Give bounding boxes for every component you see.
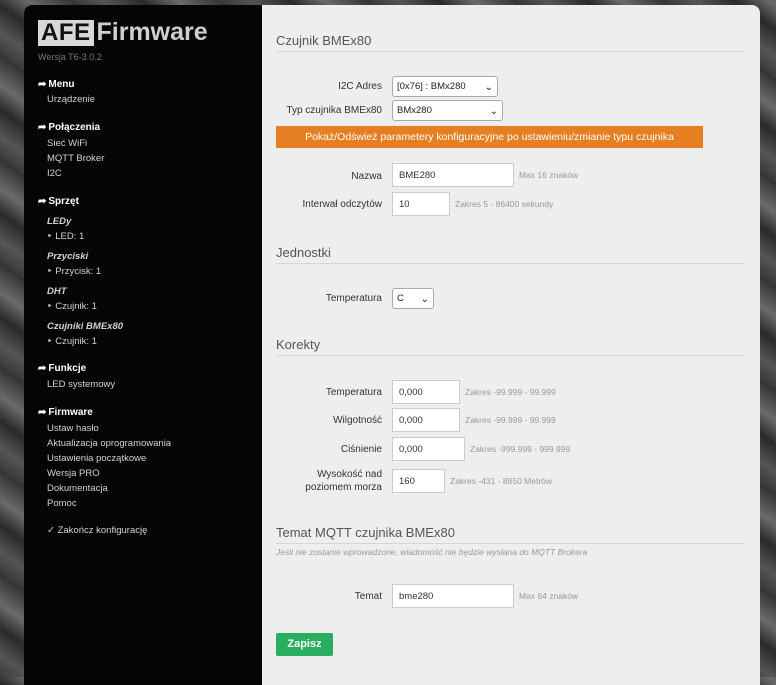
logo: AFE Firmware bbox=[38, 19, 208, 47]
i2c-address-select[interactable]: [0x76] : BMx280 ⌄ bbox=[392, 76, 498, 97]
refresh-parameters-button[interactable]: Pokaż/Odśwież parametery konfiguracyjne … bbox=[276, 126, 703, 148]
main-content: Czujnik BMEx80 I2C Adres [0x76] : BMx280… bbox=[276, 5, 746, 685]
finish-configuration-link[interactable]: ✓ Zakończ konfigurację bbox=[47, 525, 147, 536]
sidebar-item-mqtt-broker[interactable]: MQTT Broker bbox=[47, 153, 104, 164]
topic-input[interactable] bbox=[392, 584, 514, 608]
logo-firmware: Firmware bbox=[96, 18, 208, 46]
section-title-mqtt-topic: Temat MQTT czujnika BMEx80 bbox=[276, 525, 744, 544]
sidebar-item-led-1[interactable]: ‣ LED: 1 bbox=[47, 231, 84, 242]
sensor-type-select[interactable]: BMx280 ⌄ bbox=[392, 100, 503, 121]
i2c-address-value: [0x76] : BMx280 bbox=[397, 81, 466, 92]
altitude-hint: Zakres -431 - 8850 Metrów bbox=[450, 476, 553, 486]
sidebar-item-dht-czujnik-1[interactable]: ‣ Czujnik: 1 bbox=[47, 301, 97, 312]
altitude-input[interactable] bbox=[392, 469, 445, 493]
section-funkcje: ➦ Funkcje bbox=[38, 363, 87, 374]
name-label: Nazwa bbox=[351, 171, 382, 182]
name-input[interactable] bbox=[392, 163, 514, 187]
name-hint: Max 16 znaków bbox=[519, 170, 579, 180]
sidebar-item-bme-czujnik-1[interactable]: ‣ Czujnik: 1 bbox=[47, 336, 97, 347]
sidebar-item-ustawienia-poczatkowe[interactable]: Ustawienia początkowe bbox=[47, 453, 146, 464]
temperature-unit-label: Temperatura bbox=[325, 293, 382, 304]
arrow-icon: ➦ bbox=[38, 407, 47, 418]
chevron-down-icon: ⌄ bbox=[489, 106, 498, 117]
correction-pressure-hint: Zakres -999.999 - 999.999 bbox=[470, 444, 571, 454]
sidebar-subhead-dht: DHT bbox=[47, 286, 67, 297]
section-polaczenia: ➦ Połączenia bbox=[38, 122, 101, 133]
sidebar-item-pomoc[interactable]: Pomoc bbox=[47, 498, 77, 509]
topic-label: Temat bbox=[354, 591, 382, 602]
altitude-label: Wysokość nad poziomem morza bbox=[276, 468, 382, 494]
correction-temperature-input[interactable] bbox=[392, 380, 460, 404]
i2c-address-label: I2C Adres bbox=[338, 81, 382, 92]
arrow-icon: ➦ bbox=[38, 196, 47, 207]
temperature-unit-value: C bbox=[397, 293, 404, 304]
chevron-down-icon: ⌄ bbox=[484, 82, 493, 93]
sensor-type-label: Typ czujnika BMEx80 bbox=[286, 105, 382, 116]
sidebar-item-przycisk-1[interactable]: ‣ Przycisk: 1 bbox=[47, 266, 101, 277]
app-window: AFE Firmware Wersja T6-3.0.2 ➦ Menu Urządz… bbox=[24, 5, 760, 685]
sidebar-item-led-systemowy[interactable]: LED systemowy bbox=[47, 379, 115, 390]
sidebar-item-urzadzenie[interactable]: Urządzenie bbox=[47, 94, 95, 105]
mqtt-topic-note: Jeśli nie zostanie wprowadzone, wiadomoś… bbox=[276, 547, 588, 557]
interval-input[interactable] bbox=[392, 192, 450, 216]
sidebar-item-aktualizacja[interactable]: Aktualizacja oprogramowania bbox=[47, 438, 171, 449]
sidebar-item-dokumentacja[interactable]: Dokumentacja bbox=[47, 483, 108, 494]
sidebar-item-ustaw-haslo[interactable]: Ustaw hasło bbox=[47, 423, 99, 434]
arrow-icon: ➦ bbox=[38, 363, 47, 374]
correction-temperature-label: Temperatura bbox=[325, 387, 382, 398]
logo-afe: AFE bbox=[38, 20, 94, 46]
sidebar-item-siec-wifi[interactable]: Sieć WiFi bbox=[47, 138, 87, 149]
topic-hint: Max 64 znaków bbox=[519, 591, 579, 601]
interval-hint: Zakres 5 - 86400 sekundy bbox=[455, 199, 554, 209]
temperature-unit-select[interactable]: C ⌄ bbox=[392, 288, 434, 309]
altitude-label-line-2: poziomem morza bbox=[305, 482, 382, 493]
sidebar-subhead-przyciski: Przyciski bbox=[47, 251, 89, 262]
correction-humidity-input[interactable] bbox=[392, 408, 460, 432]
sidebar-item-i2c[interactable]: I2C bbox=[47, 168, 62, 179]
section-firmware: ➦ Firmware bbox=[38, 407, 93, 418]
interval-label: Interwał odczytów bbox=[302, 199, 382, 210]
section-title-bmex80: Czujnik BMEx80 bbox=[276, 33, 744, 52]
save-button[interactable]: Zapisz bbox=[276, 633, 333, 656]
section-title-units: Jednostki bbox=[276, 245, 744, 264]
sidebar: AFE Firmware Wersja T6-3.0.2 ➦ Menu Urządz… bbox=[24, 5, 262, 685]
section-menu: ➦ Menu bbox=[38, 79, 75, 90]
sensor-type-value: BMx280 bbox=[397, 105, 432, 116]
sidebar-subhead-bmex80: Czujniki BMEx80 bbox=[47, 321, 124, 332]
arrow-icon: ➦ bbox=[38, 79, 47, 90]
correction-humidity-hint: Zakres -99.999 - 99.999 bbox=[465, 415, 556, 425]
correction-temperature-hint: Zakres -99.999 - 99.999 bbox=[465, 387, 556, 397]
altitude-label-line-1: Wysokość nad bbox=[317, 469, 382, 480]
correction-humidity-label: Wilgotność bbox=[333, 415, 382, 426]
arrow-icon: ➦ bbox=[38, 122, 47, 133]
correction-pressure-label: Ciśnienie bbox=[340, 444, 382, 455]
section-title-corrections: Korekty bbox=[276, 337, 744, 356]
chevron-down-icon: ⌄ bbox=[420, 294, 429, 305]
section-sprzet: ➦ Sprzęt bbox=[38, 196, 79, 207]
sidebar-subhead-leds: LEDy bbox=[47, 216, 72, 227]
sidebar-item-wersja-pro[interactable]: Wersja PRO bbox=[47, 468, 100, 479]
correction-pressure-input[interactable] bbox=[392, 437, 465, 461]
version-label: Wersja T6-3.0.2 bbox=[38, 52, 102, 62]
